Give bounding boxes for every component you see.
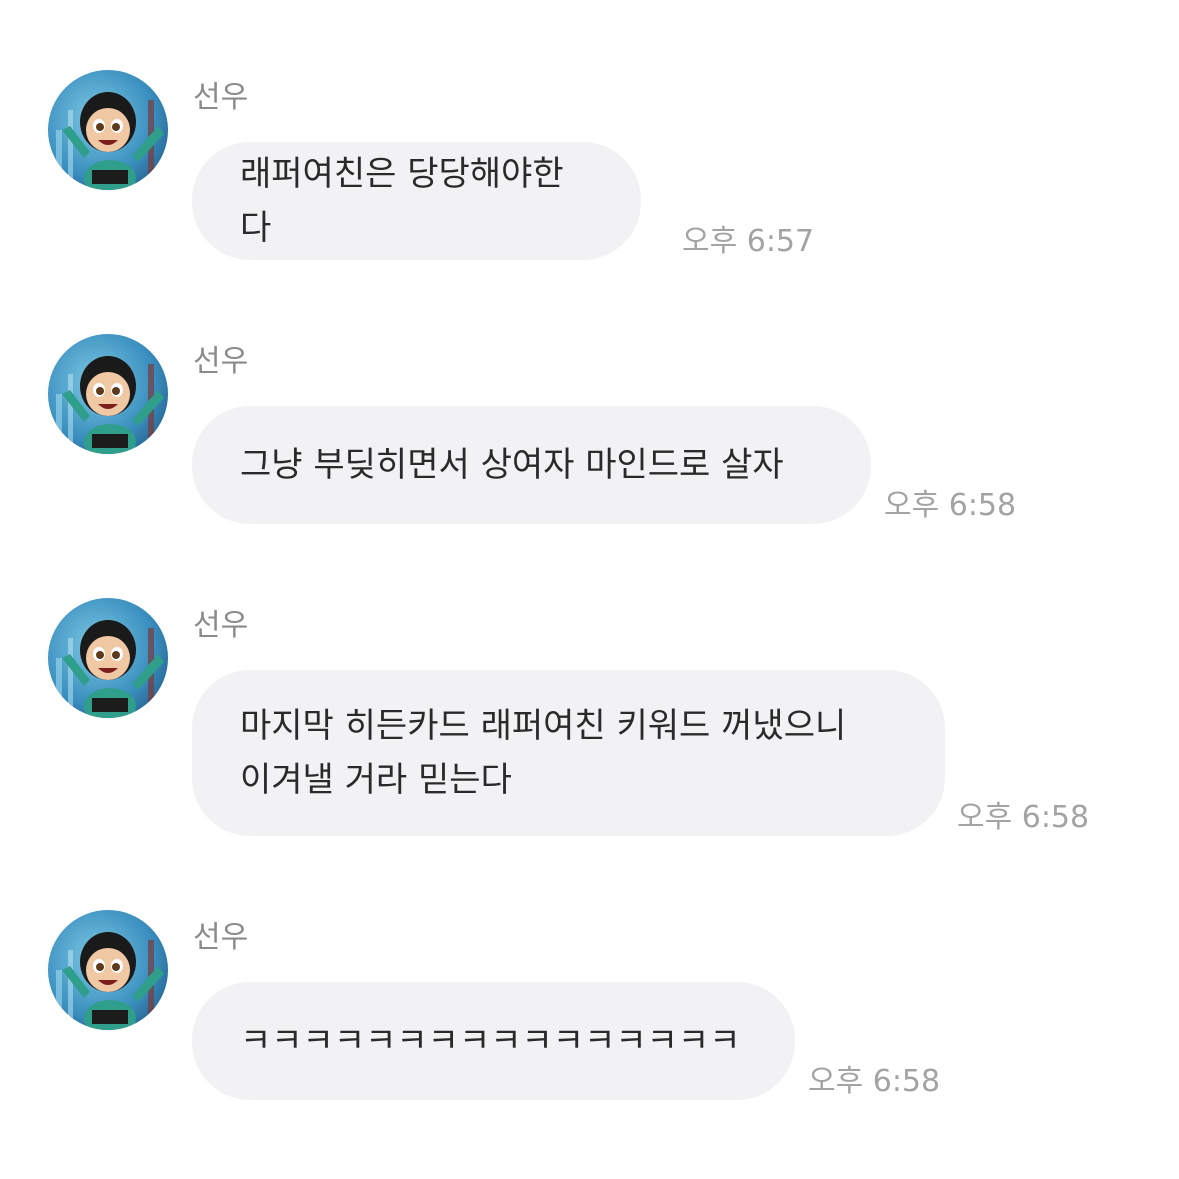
message-timestamp: 오후 6:57: [682, 224, 815, 259]
message-text: 마지막 히든카드 래퍼여친 키워드 꺼냈으니 이겨낼 거라 믿는다: [240, 706, 847, 800]
message-text: 그냥 부딪히면서 상여자 마인드로 살자: [240, 445, 784, 485]
message-bubble[interactable]: 그냥 부딪히면서 상여자 마인드로 살자: [192, 406, 871, 524]
sender-name: 선우: [193, 80, 249, 115]
cartoon-girl-avatar-icon: [48, 70, 168, 190]
message-timestamp: 오후 6:58: [808, 1064, 941, 1099]
message-bubble[interactable]: 마지막 히든카드 래퍼여친 키워드 꺼냈으니 이겨낼 거라 믿는다: [192, 670, 945, 836]
sender-name: 선우: [193, 344, 249, 379]
cartoon-girl-avatar-icon: [48, 334, 168, 454]
sender-name: 선우: [193, 920, 249, 955]
avatar[interactable]: [48, 910, 168, 1030]
message-bubble[interactable]: 래퍼여친은 당당해야한다: [192, 142, 641, 260]
message-timestamp: 오후 6:58: [884, 488, 1017, 523]
message-text: 래퍼여친은 당당해야한다: [240, 154, 564, 248]
message-bubble[interactable]: ㅋㅋㅋㅋㅋㅋㅋㅋㅋㅋㅋㅋㅋㅋㅋㅋ: [192, 982, 795, 1100]
message-text: ㅋㅋㅋㅋㅋㅋㅋㅋㅋㅋㅋㅋㅋㅋㅋㅋ: [240, 1021, 741, 1061]
avatar[interactable]: [48, 334, 168, 454]
avatar[interactable]: [48, 598, 168, 718]
sender-name: 선우: [193, 608, 249, 643]
cartoon-girl-avatar-icon: [48, 910, 168, 1030]
cartoon-girl-avatar-icon: [48, 598, 168, 718]
message-timestamp: 오후 6:58: [957, 800, 1090, 835]
avatar[interactable]: [48, 70, 168, 190]
